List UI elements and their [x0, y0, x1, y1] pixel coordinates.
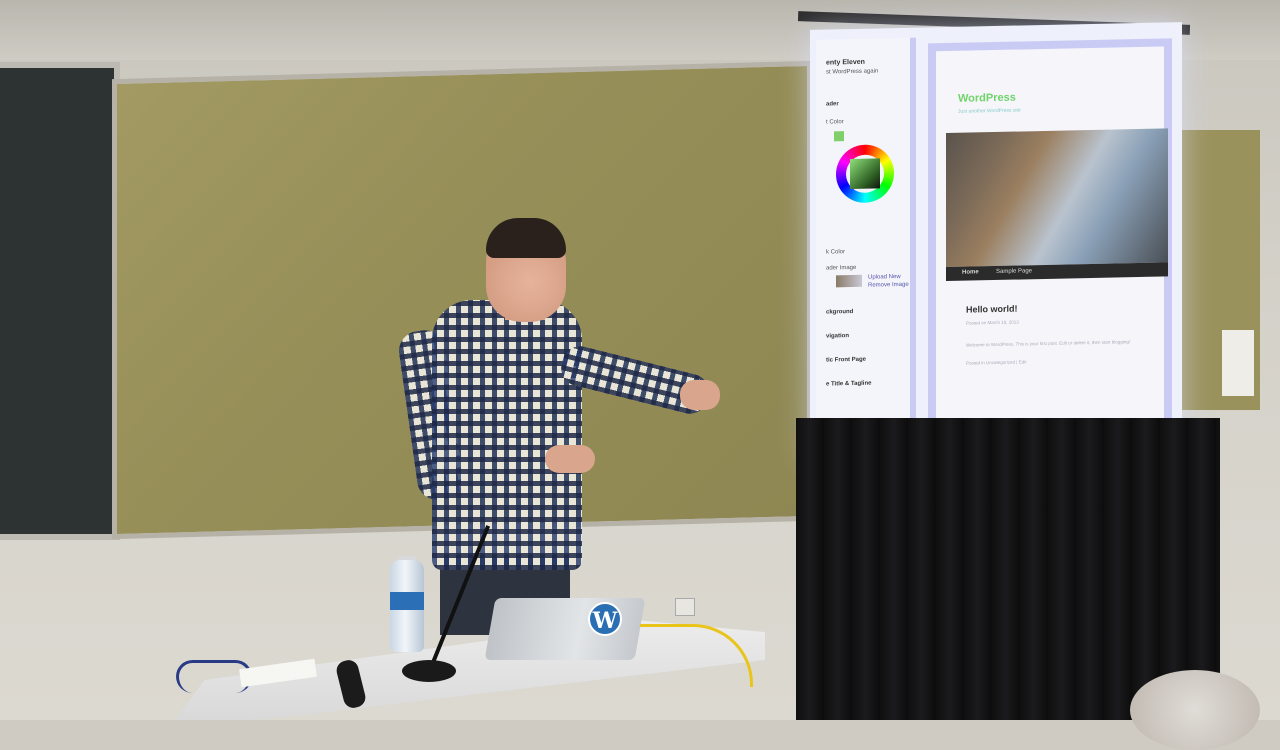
nav-sample-page[interactable]: Sample Page [996, 268, 1032, 275]
site-description: Just another WordPress site [958, 107, 1021, 115]
theme-name: enty Eleven [826, 58, 865, 67]
post-meta: Posted on March 18, 2013 [966, 319, 1019, 326]
presenter-pointing-hand [680, 380, 720, 410]
header-image-label: ader Image [826, 264, 857, 272]
posted-paper [1222, 330, 1254, 396]
microphone-base [402, 660, 456, 682]
presenter-plaid-shirt [432, 300, 582, 570]
black-curtain [796, 418, 1220, 720]
water-bottle-label [390, 592, 424, 610]
presenter-left-hand [545, 445, 595, 473]
audience-member-head [1130, 670, 1260, 750]
section-site-title-tagline[interactable]: e Title & Tagline [826, 381, 871, 388]
section-static-front-page[interactable]: tic Front Page [826, 357, 866, 364]
post-title[interactable]: Hello world! [966, 304, 1018, 315]
chalkboard [0, 62, 120, 540]
upload-new-link[interactable]: Upload New [868, 274, 901, 281]
projector-screen: enty Eleven st WordPress again ader t Co… [810, 22, 1182, 462]
color-label: t Color [826, 119, 844, 126]
section-header: ader [826, 101, 839, 108]
site-title[interactable]: WordPress [958, 92, 1016, 105]
color-swatch[interactable] [834, 131, 844, 142]
theme-customizer-sidebar: enty Eleven st WordPress again ader t Co… [816, 37, 916, 458]
section-navigation[interactable]: vigation [826, 333, 849, 339]
apple-logo-icon [562, 620, 574, 634]
post-footer: Posted in Uncategorized | Edit [966, 359, 1027, 366]
site-preview: WordPress Just another WordPress site Ho… [928, 38, 1172, 454]
color-picker-square[interactable] [850, 158, 880, 190]
header-image [946, 128, 1168, 268]
section-background[interactable]: ckground [826, 309, 853, 316]
remove-image-link[interactable]: Remove Image [868, 282, 909, 289]
wall-outlet [675, 598, 695, 616]
header-image-thumbnail [836, 274, 862, 288]
theme-subtitle: st WordPress again [826, 68, 879, 76]
nav-home[interactable]: Home [962, 269, 979, 275]
link-color-label: k Color [826, 249, 846, 256]
wordpress-logo-icon: W [588, 602, 622, 636]
post-body: Welcome to WordPress. This is your first… [966, 339, 1131, 348]
